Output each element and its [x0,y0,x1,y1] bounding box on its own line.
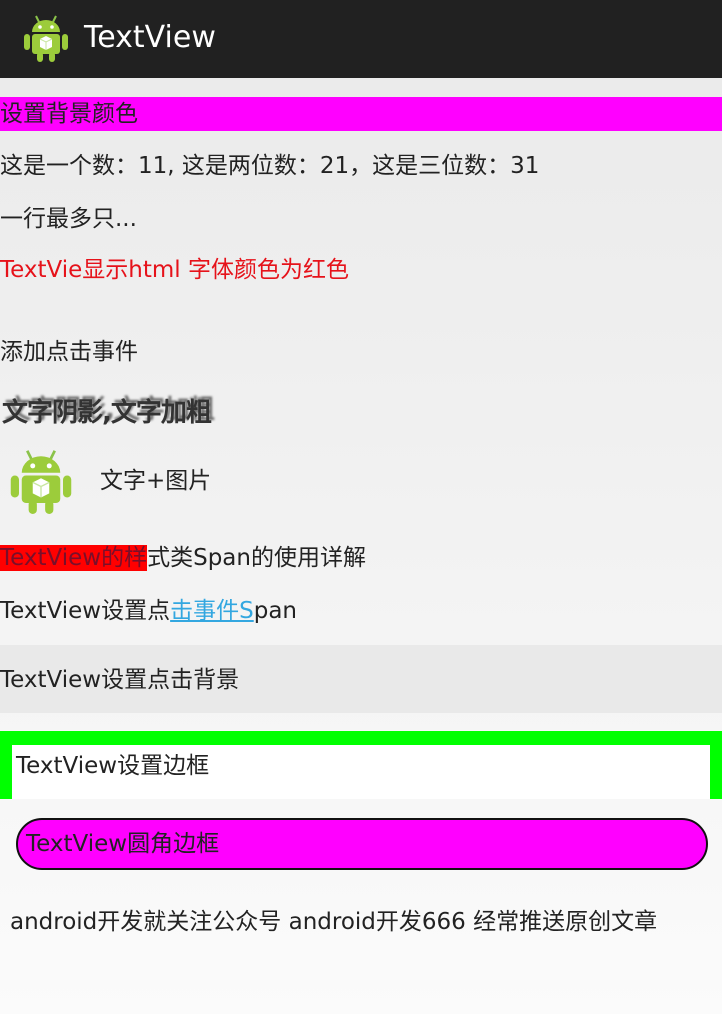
click-span-prefix: TextView设置点 [0,598,171,624]
click-span-row: TextView设置点击事件Span [0,596,297,626]
marquee-text: android开发就关注公众号 android开发666 经常推送原创文章 [10,909,658,935]
text-image-label: 文字+图片 [100,468,212,494]
ellipsis-text: 一行最多只... [0,206,137,232]
click-background-row[interactable]: TextView设置点击背景 [0,645,722,713]
span-rest: 式类Span的使用详解 [147,545,366,571]
screen-edge [722,0,726,1014]
click-event-text[interactable]: 添加点击事件 [0,337,138,367]
border-box: TextView设置边框 [0,731,722,799]
round-border-text: TextView圆角边框 [26,831,220,857]
click-background-text: TextView设置点击背景 [0,667,240,693]
android-image-icon [10,450,72,514]
html-red-text: TextVie显示html 字体颜色为红色 [0,257,349,283]
action-bar: TextView [0,0,726,78]
bg-color-text: 设置背景颜色 [0,101,138,127]
span-highlight: TextView的样 [0,545,148,571]
android-icon [24,15,68,62]
marquee-row: android开发就关注公众号 android开发666 经常推送原创文章 [0,905,722,939]
shadow-bold-text: 文字阴影,文字加粗 [2,398,212,428]
click-span-suffix: pan [253,598,297,624]
numbers-text: 这是一个数：11, 这是两位数：21，这是三位数：31 [0,153,540,179]
border-text: TextView设置边框 [16,753,210,779]
border-inner: TextView设置边框 [12,745,710,799]
span-style-row: TextView的样式类Span的使用详解 [0,543,366,573]
click-span-link[interactable]: 击事件S [170,598,254,624]
app-title: TextView [84,20,216,55]
round-border-box: TextView圆角边框 [16,818,708,870]
